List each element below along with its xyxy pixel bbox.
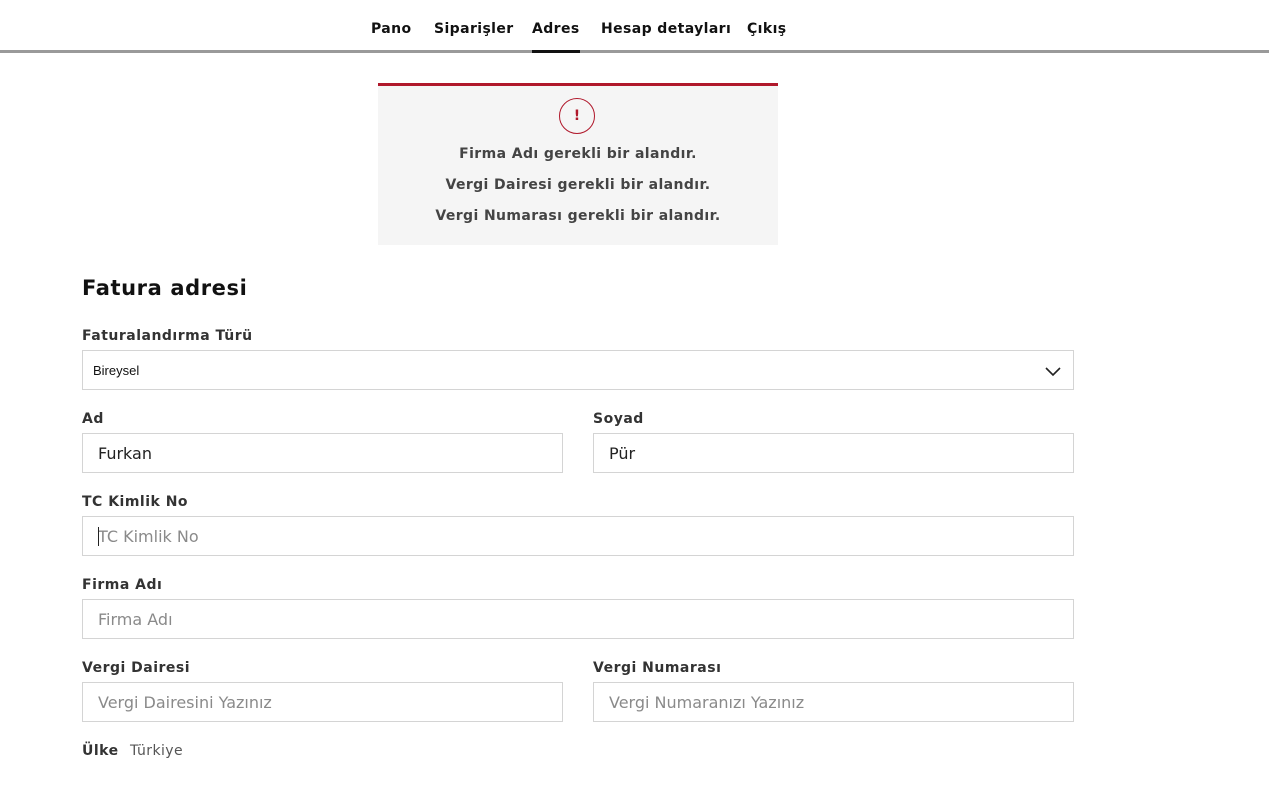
first-name-input[interactable] [82, 433, 563, 473]
tab-hesap-detaylari[interactable]: Hesap detayları [601, 21, 731, 37]
error-notice: ! Firma Adı gerekli bir alandır. Vergi D… [378, 83, 778, 245]
first-name-label: Ad [82, 411, 104, 427]
last-name-input[interactable] [593, 433, 1074, 473]
account-nav: Pano Siparişler Adres Hesap detayları Çı… [0, 0, 1269, 53]
last-name-label: Soyad [593, 411, 644, 427]
country-value: Türkiye [130, 743, 183, 759]
company-label: Firma Adı [82, 577, 163, 593]
alert-icon: ! [559, 98, 595, 134]
tax-office-label: Vergi Dairesi [82, 660, 191, 676]
text-cursor [98, 527, 99, 546]
tab-adres[interactable]: Adres [532, 21, 580, 53]
tab-siparisler[interactable]: Siparişler [434, 21, 514, 37]
tab-cikis[interactable]: Çıkış [747, 21, 787, 37]
tax-number-label: Vergi Numarası [593, 660, 722, 676]
billing-type-label: Faturalandırma Türü [82, 328, 253, 344]
country-label: Ülke [82, 743, 119, 759]
chevron-down-icon [1045, 367, 1061, 377]
tab-pano[interactable]: Pano [371, 21, 412, 37]
billing-type-select[interactable]: Bireysel [82, 350, 1074, 390]
error-message-firma-adi: Firma Adı gerekli bir alandır. [459, 146, 697, 162]
company-input[interactable] [82, 599, 1074, 639]
billing-type-value: Bireysel [93, 363, 140, 378]
tax-number-input[interactable] [593, 682, 1074, 722]
error-message-vergi-numarasi: Vergi Numarası gerekli bir alandır. [435, 208, 721, 224]
page-title: Fatura adresi [82, 276, 248, 300]
tc-no-input[interactable] [82, 516, 1074, 556]
tc-no-label: TC Kimlik No [82, 494, 189, 510]
error-message-vergi-dairesi: Vergi Dairesi gerekli bir alandır. [445, 177, 711, 193]
tax-office-input[interactable] [82, 682, 563, 722]
